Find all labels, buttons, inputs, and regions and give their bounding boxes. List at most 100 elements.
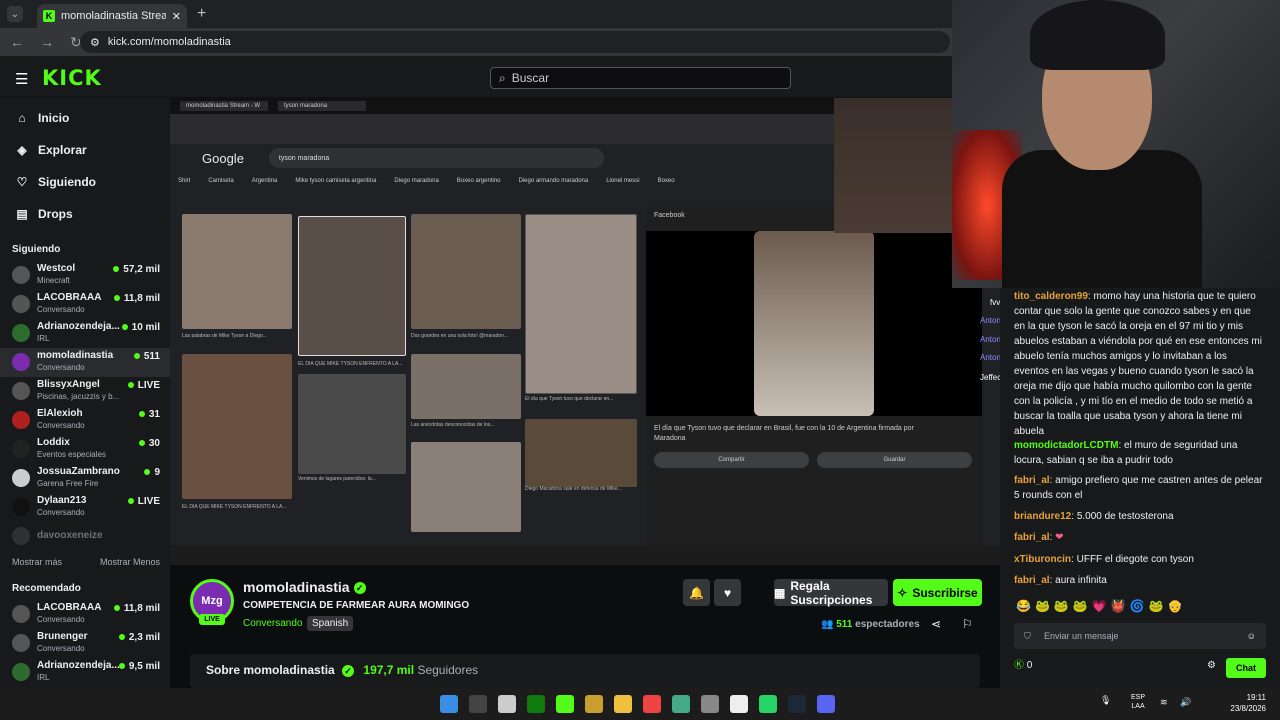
- report-icon[interactable]: ⚐: [962, 617, 973, 631]
- language-indicator[interactable]: ESP LAA: [1131, 693, 1145, 711]
- sidebar-channel-elalexioh[interactable]: ElAlexioh Conversando 31: [0, 406, 170, 435]
- kick-app-icon[interactable]: [556, 695, 574, 713]
- subscribe-button[interactable]: ✧ Suscribirse: [893, 579, 982, 606]
- viewer-count: LIVE: [127, 380, 160, 391]
- show-more-button[interactable]: Mostrar más: [12, 557, 62, 567]
- brave-icon[interactable]: [643, 695, 661, 713]
- nav-label: Explorar: [38, 143, 87, 157]
- chat-username[interactable]: momodictadorLCDTM: [1014, 440, 1118, 451]
- close-tab-icon[interactable]: ✕: [172, 10, 181, 23]
- viewer-count: 10 mil: [121, 322, 160, 333]
- volume-icon[interactable]: 🔊: [1180, 697, 1191, 708]
- compass-icon: ◈: [17, 143, 27, 157]
- chat-input[interactable]: ⛉ Enviar un mensaje ☺: [1014, 623, 1266, 649]
- chat-text: aura infinita: [1055, 575, 1107, 586]
- forward-icon[interactable]: →: [40, 34, 54, 50]
- gift-subs-button[interactable]: ▦ Regala Suscripciones: [774, 579, 888, 607]
- result-caption: Las palabras de Mike Tyson a Diego...: [182, 333, 267, 339]
- browser-tab[interactable]: K momoladinastia Stream - W ✕: [37, 4, 187, 28]
- capcut-icon[interactable]: [730, 695, 748, 713]
- chat-text: UFFF el diegote con tyson: [1076, 554, 1194, 565]
- chat-username[interactable]: fabri_al: [1014, 575, 1050, 586]
- webcam-person: [1030, 0, 1165, 70]
- sidebar-channel-momoladinastia[interactable]: momoladinastia Conversando 511: [0, 348, 170, 377]
- back-icon[interactable]: ←: [10, 34, 24, 50]
- windows-taskbar: 🎙 ESP LAA ≋ 🔊 19:11 23/8/2026: [0, 688, 1280, 720]
- channel-category: Piscinas, jacuzzis y b...: [37, 392, 120, 401]
- channel-name: Dylaan213: [37, 495, 87, 506]
- folder-icon[interactable]: [614, 695, 632, 713]
- sidebar-channel-davooxeneize[interactable]: davooxeneize: [0, 522, 170, 551]
- heart-icon: ♥: [723, 585, 732, 600]
- emote-bar[interactable]: 😂🐸🐸🐸💗👹🌀🐸👴: [1016, 599, 1186, 614]
- chat-username[interactable]: fabri_al: [1014, 475, 1050, 486]
- sidebar-channel-blissyxangel[interactable]: BlissyxAngel Piscinas, jacuzzis y b... LIV…: [0, 377, 170, 406]
- new-tab-button[interactable]: +: [197, 5, 206, 23]
- stream-video-player[interactable]: momoladinastia Stream - W tyson maradona…: [170, 98, 1000, 565]
- kick-logo[interactable]: KICK: [42, 66, 102, 90]
- notification-bell-button[interactable]: 🔔: [683, 579, 710, 606]
- nav-siguiendo[interactable]: ♡ Siguiendo: [0, 166, 170, 198]
- tab-list-button[interactable]: ⌄: [7, 6, 23, 22]
- nav-inicio[interactable]: ⌂ Inicio: [0, 102, 170, 134]
- discord-icon[interactable]: [817, 695, 835, 713]
- site-info-icon[interactable]: ⚙: [90, 36, 100, 49]
- chat-username[interactable]: xTiburoncin: [1014, 554, 1071, 565]
- obs-icon[interactable]: [701, 695, 719, 713]
- nav-explorar[interactable]: ◈ Explorar: [0, 134, 170, 166]
- chat-username[interactable]: tito_calderon99: [1014, 291, 1088, 302]
- sidebar-channel-adrianozendejas[interactable]: Adrianozendeja... IRL 10 mil: [0, 319, 170, 348]
- sidebar-channel-westcol[interactable]: Westcol Minecraft 57,2 mil: [0, 261, 170, 290]
- send-chat-button[interactable]: Chat: [1226, 658, 1266, 678]
- heart-icon: ♡: [16, 175, 28, 189]
- result-image: [298, 374, 406, 474]
- sidebar-recommended-adrianozendejas[interactable]: Adrianozendeja... IRL 9,5 mil: [0, 658, 170, 687]
- sidebar-recommended-lacobraaa[interactable]: LACOBRAAA Conversando 11,8 mil: [0, 600, 170, 629]
- channel-name-heading[interactable]: momoladinastia ✓: [243, 579, 366, 595]
- task-view-icon[interactable]: [469, 695, 487, 713]
- chrome-icon[interactable]: [672, 695, 690, 713]
- avatar: [12, 469, 30, 487]
- app-icon[interactable]: [585, 695, 603, 713]
- sidebar-channel-dylaan213[interactable]: Dylaan213 Conversando LIVE: [0, 493, 170, 522]
- store-icon[interactable]: [498, 695, 516, 713]
- windows-start-icon[interactable]: [440, 695, 458, 713]
- chat-footer: Ⓚ 0 ⚙ Chat: [1014, 658, 1266, 680]
- share-icon[interactable]: ⋖: [931, 617, 941, 631]
- clock[interactable]: 19:11 23/8/2026: [1230, 692, 1266, 714]
- steam-icon[interactable]: [788, 695, 806, 713]
- chat-username[interactable]: briandure12: [1014, 511, 1071, 522]
- follow-heart-button[interactable]: ♥: [714, 579, 741, 606]
- whatsapp-icon[interactable]: [759, 695, 777, 713]
- viewer-count: 30: [138, 438, 160, 449]
- sidebar-channel-jossuazambrano[interactable]: JossuaZambrano Garena Free Fire 9: [0, 464, 170, 493]
- gift-icon: ▦: [774, 585, 786, 600]
- result-image: [298, 216, 406, 356]
- mic-icon[interactable]: 🎙: [1100, 695, 1111, 706]
- channel-category: Conversando: [37, 363, 85, 372]
- channel-category: Conversando: [37, 508, 85, 517]
- menu-icon[interactable]: ☰: [15, 70, 28, 88]
- google-logo: Google: [202, 150, 244, 166]
- sidebar-channel-loddix[interactable]: Loddix Eventos especiales 30: [0, 435, 170, 464]
- address-bar[interactable]: ⚙ kick.com/momoladinastia: [80, 31, 950, 53]
- show-less-button[interactable]: Mostrar Menos: [100, 557, 160, 567]
- nav-label: Siguiendo: [38, 175, 96, 189]
- channel-name: LACOBRAAA: [37, 292, 102, 303]
- stream-category[interactable]: Conversando: [243, 618, 302, 629]
- channel-category: Conversando: [37, 615, 85, 624]
- sidebar-recommended-brunenger[interactable]: Brunenger Conversando 2,3 mil: [0, 629, 170, 658]
- xbox-icon[interactable]: [527, 695, 545, 713]
- shared-taskbar: [170, 545, 1000, 565]
- language-tag[interactable]: Spanish: [307, 616, 354, 631]
- settings-gear-icon[interactable]: ⚙: [1207, 658, 1216, 673]
- search-input[interactable]: ⌕ Buscar: [490, 67, 791, 89]
- sidebar-channel-lacobraaa[interactable]: LACOBRAAA Conversando 11,8 mil: [0, 290, 170, 319]
- viewer-count: 57,2 mil: [113, 264, 160, 275]
- avatar: [12, 295, 30, 313]
- emoji-icon[interactable]: ☺: [1247, 629, 1256, 644]
- chat-username[interactable]: fabri_al: [1014, 532, 1050, 543]
- wifi-icon[interactable]: ≋: [1160, 697, 1168, 708]
- nav-drops[interactable]: ▤ Drops: [0, 198, 170, 230]
- result-image: [182, 214, 292, 329]
